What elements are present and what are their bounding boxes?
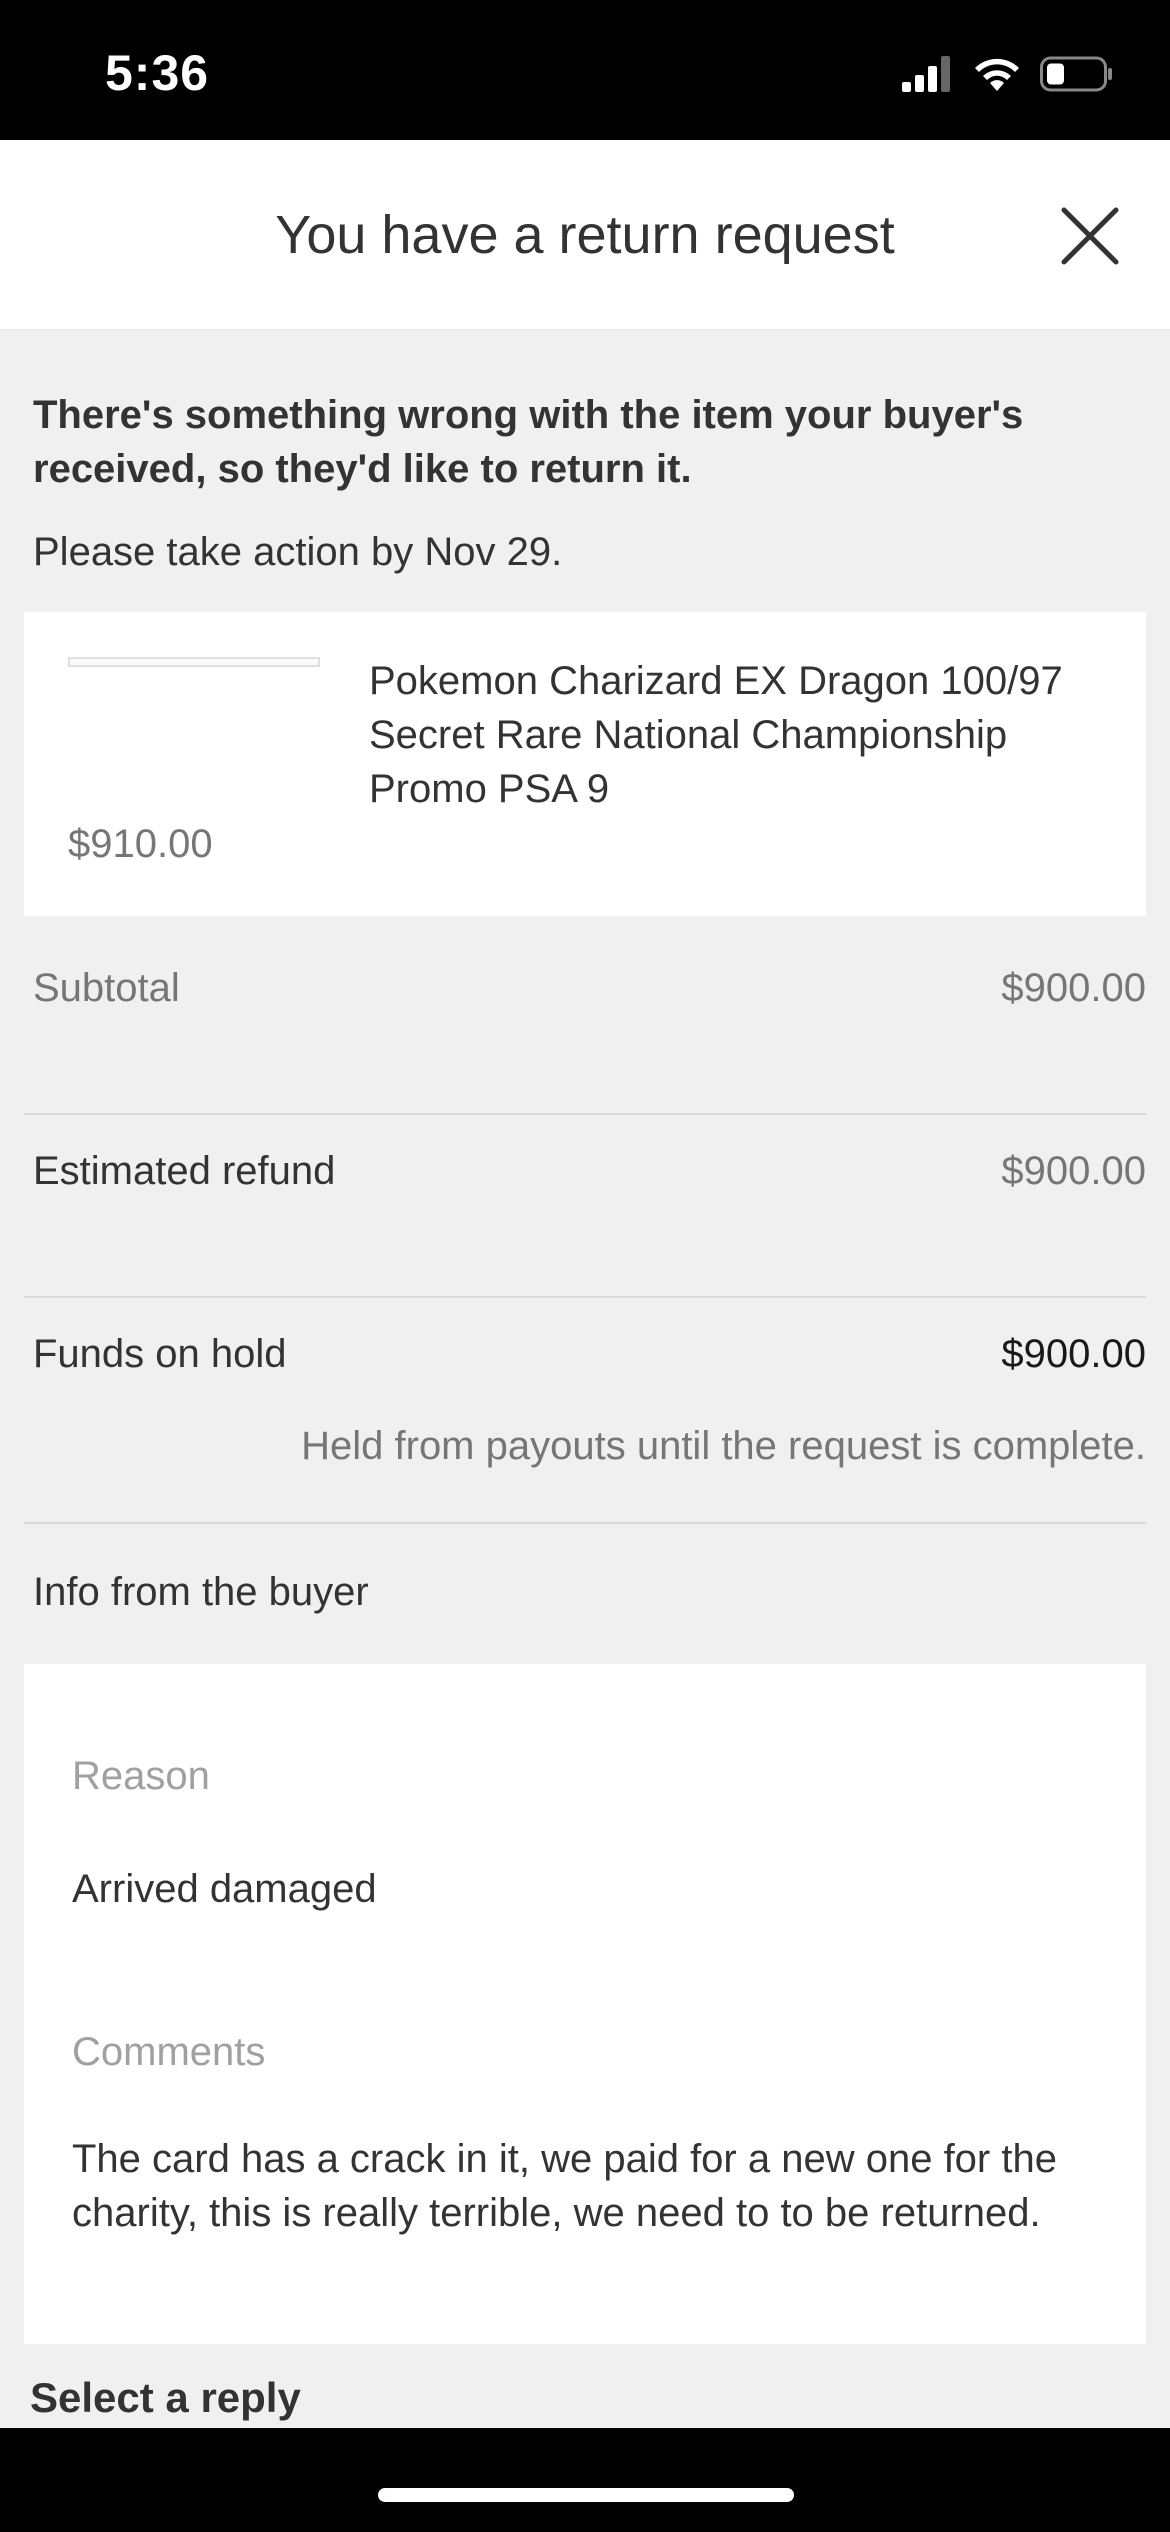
close-icon: [1061, 207, 1119, 265]
home-bar: [0, 2428, 1170, 2532]
item-price: $910.00: [68, 822, 213, 866]
comments-value: The card has a crack in it, we paid for …: [72, 2137, 1057, 2235]
divider: [24, 1113, 1146, 1115]
funds-on-hold-label: Funds on hold: [33, 1332, 287, 1376]
estimated-refund-value: $900.00: [1001, 1149, 1146, 1193]
status-bar: 5:36: [0, 0, 1170, 140]
item-title: Pokemon Charizard EX Dragon 100/97 Secre…: [369, 659, 1063, 811]
modal-header: You have a return request: [0, 140, 1170, 330]
divider: [24, 1296, 1146, 1298]
status-icons: [902, 52, 1114, 96]
action-deadline: Please take action by Nov 29.: [33, 530, 563, 574]
home-indicator[interactable]: [378, 2488, 794, 2502]
estimated-refund-label: Estimated refund: [33, 1149, 336, 1193]
return-request-content[interactable]: There's something wrong with the item yo…: [0, 330, 1170, 2428]
comments-label: Comments: [72, 2030, 266, 2074]
select-reply-heading: Select a reply: [30, 2374, 301, 2421]
cellular-signal-icon: [902, 56, 950, 92]
return-reason-message: There's something wrong with the item yo…: [33, 393, 1024, 491]
divider: [24, 1522, 1146, 1524]
buyer-info-heading: Info from the buyer: [33, 1570, 369, 1614]
funds-on-hold-value: $900.00: [1001, 1332, 1146, 1376]
reason-label: Reason: [72, 1754, 210, 1798]
subtotal-label: Subtotal: [33, 966, 180, 1010]
reason-value: Arrived damaged: [72, 1867, 377, 1911]
page-title: You have a return request: [275, 205, 895, 265]
subtotal-value: $900.00: [1001, 966, 1146, 1010]
buyer-info-card: Reason Arrived damaged Comments The card…: [24, 1664, 1146, 2344]
wifi-icon: [975, 58, 1019, 91]
battery-icon: [1040, 56, 1112, 92]
item-thumbnail: [68, 657, 320, 667]
item-card[interactable]: Pokemon Charizard EX Dragon 100/97 Secre…: [24, 612, 1146, 916]
status-time: 5:36: [105, 45, 210, 101]
funds-on-hold-note: Held from payouts until the request is c…: [301, 1424, 1146, 1468]
close-button[interactable]: [1054, 200, 1126, 272]
